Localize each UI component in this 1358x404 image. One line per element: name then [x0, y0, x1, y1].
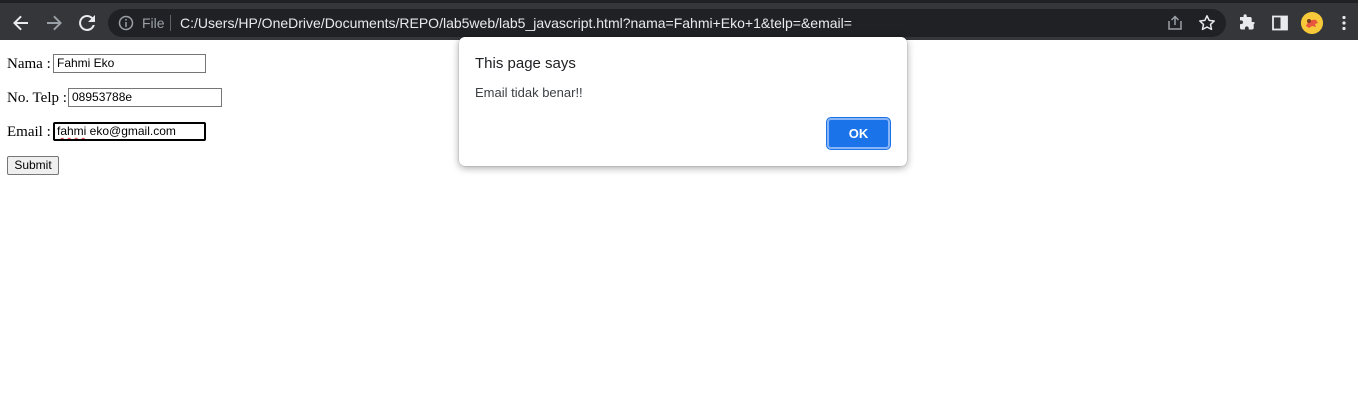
nama-label: Nama :	[7, 56, 51, 72]
extensions-icon[interactable]	[1238, 14, 1256, 32]
star-icon[interactable]	[1198, 14, 1216, 32]
forward-button[interactable]	[39, 8, 69, 38]
reload-icon	[79, 14, 95, 31]
share-icon[interactable]	[1166, 14, 1184, 32]
avatar-icon	[1301, 12, 1323, 34]
email-row: Email :	[7, 122, 51, 142]
alert-dialog: This page says Email tidak benar!! OK	[459, 37, 907, 166]
profile-avatar[interactable]	[1301, 12, 1323, 34]
forward-icon	[47, 15, 62, 31]
ok-button[interactable]: OK	[827, 118, 890, 149]
reload-button[interactable]	[72, 8, 102, 38]
side-panel-icon[interactable]	[1271, 14, 1289, 32]
browser-toolbar: File C:/Users/HP/OneDrive/Documents/REPO…	[0, 0, 1358, 40]
nama-input[interactable]: Fahmi Eko	[53, 54, 206, 73]
omnibox-divider	[170, 15, 171, 31]
telp-input[interactable]: 08953788e	[68, 88, 222, 107]
address-bar[interactable]: File C:/Users/HP/OneDrive/Documents/REPO…	[108, 9, 1226, 37]
menu-icon[interactable]	[1335, 14, 1353, 32]
submit-button[interactable]: Submit	[7, 156, 59, 175]
telp-row: No. Telp :	[7, 88, 67, 108]
back-button[interactable]	[6, 8, 36, 38]
email-input[interactable]: fahmi eko@gmail.com	[53, 122, 206, 141]
dialog-title: This page says	[475, 55, 576, 72]
email-value-rest: eko@gmail.com	[86, 124, 176, 138]
dialog-message: Email tidak benar!!	[475, 85, 583, 100]
scheme-label: File	[142, 15, 165, 31]
email-label: Email :	[7, 124, 51, 140]
url-text[interactable]: C:/Users/HP/OneDrive/Documents/REPO/lab5…	[180, 14, 852, 32]
info-icon[interactable]	[118, 15, 134, 31]
misspelled-word: fahmi	[57, 124, 87, 138]
nama-row: Nama :	[7, 54, 51, 74]
back-icon	[13, 15, 28, 31]
telp-label: No. Telp :	[7, 90, 67, 106]
